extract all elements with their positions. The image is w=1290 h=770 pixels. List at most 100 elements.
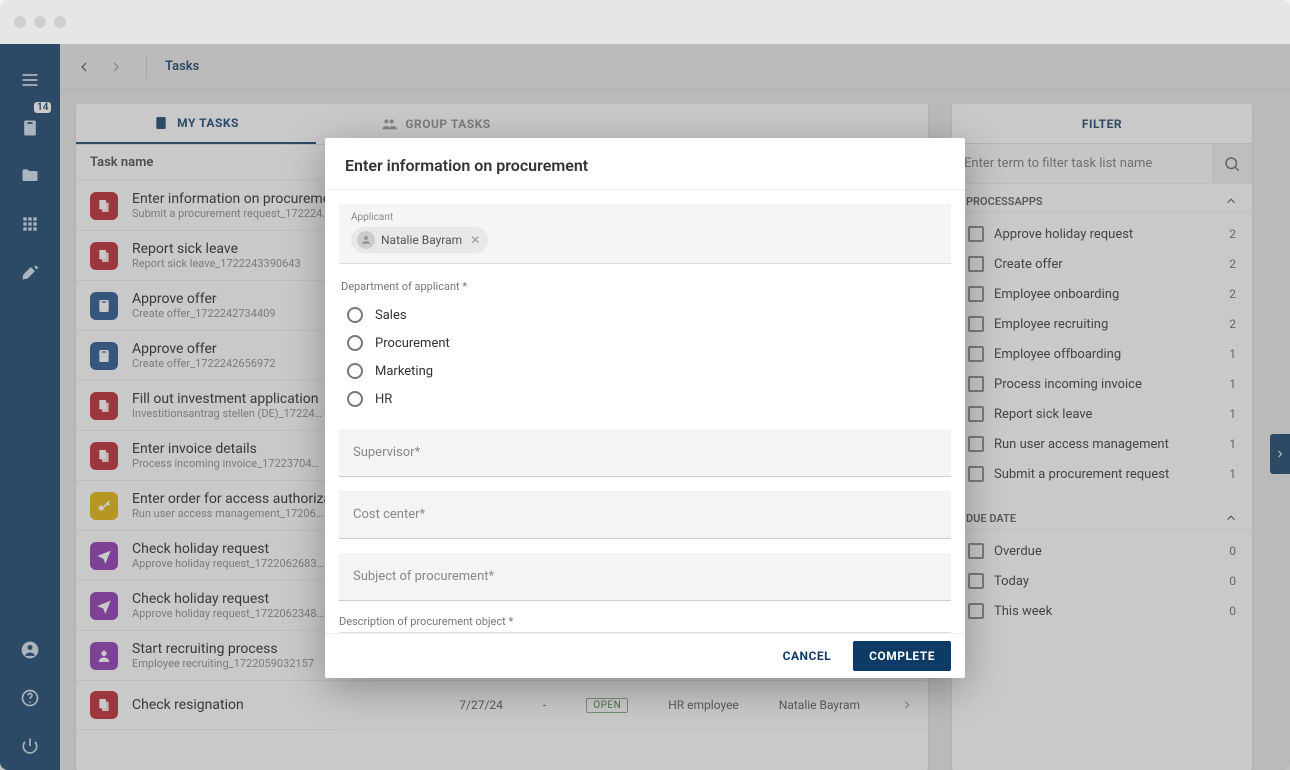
task-subtitle: Employee recruiting_1722059032157 (132, 657, 314, 670)
filter-count: 1 (1229, 467, 1236, 481)
nav-apps-icon[interactable] (0, 200, 60, 248)
applicant-label: Applicant (351, 212, 939, 223)
nav-account-icon[interactable] (0, 626, 60, 674)
filter-section-processapps[interactable]: PROCESSAPPS (952, 184, 1252, 213)
task-title: Check holiday request (132, 591, 324, 607)
back-button[interactable] (72, 55, 96, 79)
radio-option[interactable]: Marketing (339, 357, 951, 385)
costcenter-input[interactable]: Cost center* (339, 491, 951, 539)
task-subtitle: Approve holiday request_1722062348… (132, 607, 324, 620)
section-label: PROCESSAPPS (966, 195, 1043, 208)
section-label: DUE DATE (966, 512, 1016, 525)
radio-label: HR (375, 392, 392, 407)
task-title: Enter invoice details (132, 441, 319, 457)
filter-item[interactable]: This week 0 (958, 596, 1246, 626)
task-type-icon (90, 192, 118, 220)
radio-icon (347, 307, 363, 323)
checkbox[interactable] (968, 346, 984, 362)
nav-power-icon[interactable] (0, 722, 60, 770)
filter-item[interactable]: Employee offboarding 1 (958, 339, 1246, 369)
tab-label: GROUP TASKS (405, 117, 490, 131)
expand-panel-tab[interactable] (1270, 434, 1290, 474)
task-type-icon (90, 592, 118, 620)
filter-count: 2 (1229, 287, 1236, 301)
checkbox[interactable] (968, 316, 984, 332)
filter-item[interactable]: Today 0 (958, 566, 1246, 596)
applicant-chip[interactable]: Natalie Bayram ✕ (351, 227, 488, 253)
filter-count: 0 (1229, 574, 1236, 588)
filter-label: Create offer (994, 257, 1063, 272)
checkbox[interactable] (968, 603, 984, 619)
chevron-right-icon (900, 698, 914, 712)
checkbox[interactable] (968, 406, 984, 422)
filter-item[interactable]: Process incoming invoice 1 (958, 369, 1246, 399)
task-subtitle: Run user access management_17206… (132, 507, 345, 520)
filter-search-input[interactable] (952, 144, 1212, 183)
topbar: Tasks (60, 44, 1290, 90)
field-label: Supervisor* (353, 445, 420, 460)
checkbox[interactable] (968, 376, 984, 392)
filter-count: 1 (1229, 437, 1236, 451)
task-type-icon (90, 242, 118, 270)
breadcrumb[interactable]: Tasks (165, 59, 199, 74)
filter-item[interactable]: Approve holiday request 2 (958, 219, 1246, 249)
filter-item[interactable]: Employee recruiting 2 (958, 309, 1246, 339)
nav-folder-icon[interactable] (0, 152, 60, 200)
checkbox[interactable] (968, 573, 984, 589)
task-subtitle: Approve holiday request_1722062683… (132, 557, 324, 570)
remove-chip-icon[interactable]: ✕ (470, 233, 480, 247)
filter-item[interactable]: Overdue 0 (958, 536, 1246, 566)
hamburger-icon[interactable] (0, 56, 60, 104)
checkbox[interactable] (968, 543, 984, 559)
checkbox[interactable] (968, 286, 984, 302)
radio-option[interactable]: Procurement (339, 329, 951, 357)
filter-panel: FILTER PROCESSAPPS Approve holiday reque… (952, 104, 1252, 770)
filter-item[interactable]: Employee onboarding 2 (958, 279, 1246, 309)
checkbox[interactable] (968, 436, 984, 452)
filter-label: Submit a procurement request (994, 467, 1169, 482)
task-type-icon (90, 342, 118, 370)
nav-help-icon[interactable] (0, 674, 60, 722)
search-icon[interactable] (1212, 144, 1252, 183)
task-subtitle: Create offer_1722242734409 (132, 307, 275, 320)
checkbox[interactable] (968, 466, 984, 482)
filter-item[interactable]: Create offer 2 (958, 249, 1246, 279)
task-type-icon (90, 442, 118, 470)
radio-label: Sales (375, 308, 407, 323)
filter-label: Employee offboarding (994, 347, 1121, 362)
filter-item[interactable]: Submit a procurement request 1 (958, 459, 1246, 489)
complete-button[interactable]: COMPLETE (853, 641, 951, 671)
task-subtitle: Create offer_1722242656972 (132, 357, 275, 370)
filter-label: Employee recruiting (994, 317, 1108, 332)
cancel-button[interactable]: CANCEL (773, 641, 841, 671)
task-subtitle: Report sick leave_1722243390643 (132, 257, 301, 270)
applicant-name: Natalie Bayram (381, 233, 462, 247)
filter-count: 1 (1229, 377, 1236, 391)
forward-button[interactable] (104, 55, 128, 79)
filter-count: 2 (1229, 227, 1236, 241)
radio-option[interactable]: HR (339, 385, 951, 413)
task-row[interactable]: Check resignation 7/27/24 - OPEN HR empl… (76, 681, 928, 730)
rte-toolbar: B I U S (339, 632, 951, 633)
traffic-light-min[interactable] (34, 16, 46, 28)
chevron-up-icon (1224, 194, 1238, 208)
filter-section-duedate[interactable]: DUE DATE (952, 501, 1252, 530)
filter-label: This week (994, 604, 1052, 619)
task-type-icon (90, 542, 118, 570)
radio-option[interactable]: Sales (339, 301, 951, 329)
tab-my-tasks[interactable]: MY TASKS (76, 104, 316, 144)
checkbox[interactable] (968, 256, 984, 272)
task-title: Check resignation (132, 697, 244, 713)
checkbox[interactable] (968, 226, 984, 242)
nav-tasks-icon[interactable] (0, 104, 60, 152)
supervisor-input[interactable]: Supervisor* (339, 429, 951, 477)
department-radio-group: Department of applicant * Sales Procurem… (339, 280, 951, 413)
nav-settings-icon[interactable] (0, 248, 60, 296)
filter-count: 1 (1229, 347, 1236, 361)
subject-input[interactable]: Subject of procurement* (339, 553, 951, 601)
filter-item[interactable]: Run user access management 1 (958, 429, 1246, 459)
filter-item[interactable]: Report sick leave 1 (958, 399, 1246, 429)
traffic-light-max[interactable] (54, 16, 66, 28)
traffic-light-close[interactable] (14, 16, 26, 28)
filter-label: Employee onboarding (994, 287, 1119, 302)
